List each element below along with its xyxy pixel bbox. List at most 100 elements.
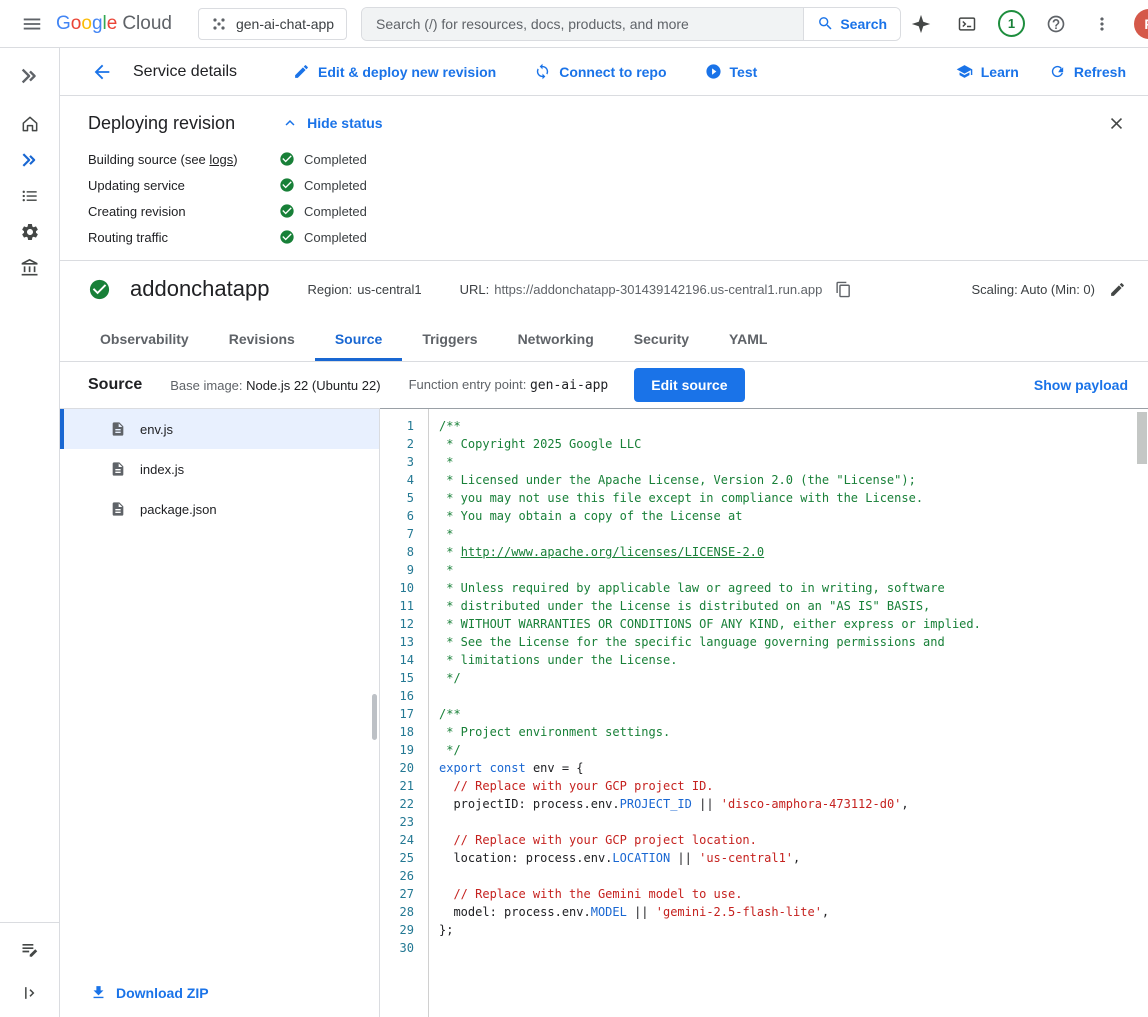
- base-image: Base image: Node.js 22 (Ubuntu 22): [170, 378, 380, 393]
- tab-source[interactable]: Source: [315, 316, 402, 361]
- tab-yaml[interactable]: YAML: [709, 316, 787, 361]
- edit-deploy-label: Edit & deploy new revision: [318, 64, 496, 80]
- refresh-label: Refresh: [1074, 64, 1126, 80]
- tab-security[interactable]: Security: [614, 316, 709, 361]
- collapse-panel-icon[interactable]: [12, 975, 48, 1011]
- source-title: Source: [88, 376, 142, 394]
- file-item-index.js[interactable]: index.js: [60, 449, 379, 489]
- cloud-run-logo-icon[interactable]: [12, 58, 48, 94]
- edit-deploy-button[interactable]: Edit & deploy new revision: [293, 63, 496, 80]
- test-button[interactable]: Test: [705, 63, 758, 80]
- services-icon[interactable]: [12, 142, 48, 178]
- deploy-step-label: Updating service: [88, 178, 279, 193]
- service-header: addonchatapp Region: us-central1 URL: ht…: [60, 261, 1148, 316]
- search-button-label: Search: [840, 16, 887, 32]
- learn-school-icon: [956, 63, 973, 80]
- region-value: us-central1: [357, 282, 421, 297]
- project-selector[interactable]: gen-ai-chat-app: [198, 8, 347, 40]
- organization-icon[interactable]: [12, 250, 48, 286]
- hide-status-button[interactable]: Hide status: [281, 114, 382, 132]
- logs-link[interactable]: logs: [209, 152, 233, 167]
- connect-repo-button[interactable]: Connect to repo: [534, 63, 666, 80]
- download-icon: [90, 984, 107, 1001]
- home-icon[interactable]: [12, 106, 48, 142]
- rail-bottom: [0, 922, 59, 1017]
- release-notes-icon[interactable]: [12, 931, 48, 967]
- service-region: Region: us-central1: [307, 282, 421, 297]
- deploy-step-label: Creating revision: [88, 204, 279, 219]
- jobs-list-icon[interactable]: [12, 178, 48, 214]
- scaling-value: Scaling: Auto (Min: 0): [971, 282, 1095, 297]
- refresh-icon: [1049, 63, 1066, 80]
- download-zip-label: Download ZIP: [116, 985, 209, 1001]
- service-status-check-icon: [88, 278, 111, 301]
- connect-repo-label: Connect to repo: [559, 64, 666, 80]
- search-input[interactable]: [362, 8, 803, 40]
- edit-scaling-icon[interactable]: [1109, 281, 1126, 298]
- tab-networking[interactable]: Networking: [498, 316, 614, 361]
- code-lines: /** * Copyright 2025 Google LLC * * Lice…: [428, 409, 1148, 1017]
- project-name: gen-ai-chat-app: [236, 16, 334, 32]
- chevron-up-icon: [281, 114, 299, 132]
- base-image-label: Base image:: [170, 378, 242, 393]
- learn-label: Learn: [981, 64, 1019, 80]
- tab-triggers[interactable]: Triggers: [402, 316, 497, 361]
- code-editor[interactable]: 1234567891011121314151617181920212223242…: [380, 408, 1148, 1017]
- logo-google-text: Google: [56, 13, 117, 35]
- copy-url-icon[interactable]: [835, 281, 852, 298]
- service-details-bar: Service details Edit & deploy new revisi…: [60, 48, 1148, 96]
- search-icon: [817, 15, 834, 32]
- service-right-actions: Learn Refresh: [956, 63, 1126, 80]
- tree-scrollbar-thumb[interactable]: [372, 694, 377, 740]
- region-label: Region:: [307, 282, 352, 297]
- deploy-step-status: Completed: [279, 229, 367, 245]
- tabs: ObservabilityRevisionsSourceTriggersNetw…: [60, 316, 1148, 362]
- avatar[interactable]: P: [1134, 9, 1148, 39]
- download-zip-button[interactable]: Download ZIP: [90, 984, 209, 1001]
- pencil-icon: [293, 63, 310, 80]
- check-circle-icon: [279, 229, 295, 245]
- menu-icon[interactable]: [12, 4, 52, 44]
- cloud-shell-icon[interactable]: [947, 4, 987, 44]
- service-url: URL: https://addonchatapp-301439142196.u…: [460, 281, 853, 298]
- check-circle-icon: [279, 177, 295, 193]
- source-workspace: env.jsindex.jspackage.json Download ZIP …: [60, 408, 1148, 1017]
- check-circle-icon: [279, 151, 295, 167]
- search-button[interactable]: Search: [803, 8, 900, 40]
- play-circle-icon: [705, 63, 722, 80]
- deploy-steps: Building source (see logs)CompletedUpdat…: [88, 146, 1132, 250]
- close-icon[interactable]: [1100, 107, 1132, 139]
- gemini-icon[interactable]: [901, 4, 941, 44]
- help-icon[interactable]: [1036, 4, 1076, 44]
- file-icon: [110, 501, 126, 517]
- line-number-gutter: 1234567891011121314151617181920212223242…: [380, 409, 428, 1017]
- deploy-panel-title: Deploying revision: [88, 113, 235, 134]
- refresh-button[interactable]: Refresh: [1049, 63, 1126, 80]
- file-item-package.json[interactable]: package.json: [60, 489, 379, 529]
- deploy-step-status: Completed: [279, 177, 367, 193]
- repo-sync-icon: [534, 63, 551, 80]
- back-arrow-icon[interactable]: [88, 58, 116, 86]
- edit-source-button[interactable]: Edit source: [634, 368, 744, 402]
- service-name: addonchatapp: [130, 276, 269, 302]
- more-vert-icon[interactable]: [1082, 4, 1122, 44]
- deploy-step-status: Completed: [279, 203, 367, 219]
- file-tree: env.jsindex.jspackage.json Download ZIP: [60, 408, 380, 1017]
- test-label: Test: [730, 64, 758, 80]
- integrations-gear-icon[interactable]: [12, 214, 48, 250]
- page-title: Service details: [133, 63, 237, 81]
- show-payload-link[interactable]: Show payload: [1034, 377, 1128, 393]
- file-item-env.js[interactable]: env.js: [60, 409, 379, 449]
- editor-scrollbar-thumb[interactable]: [1137, 412, 1147, 464]
- project-icon: [211, 16, 227, 32]
- learn-button[interactable]: Learn: [956, 63, 1019, 80]
- deploy-step-label: Routing traffic: [88, 230, 279, 245]
- service-actions: Edit & deploy new revision Connect to re…: [293, 63, 757, 80]
- entry-point: Function entry point: gen-ai-app: [409, 377, 609, 393]
- tab-revisions[interactable]: Revisions: [209, 316, 315, 361]
- tab-observability[interactable]: Observability: [80, 316, 209, 361]
- google-cloud-logo: Google Cloud: [56, 13, 172, 35]
- notification-badge[interactable]: 1: [998, 10, 1025, 37]
- deploy-step: Creating revisionCompleted: [88, 198, 1132, 224]
- base-image-value: Node.js 22 (Ubuntu 22): [246, 378, 380, 393]
